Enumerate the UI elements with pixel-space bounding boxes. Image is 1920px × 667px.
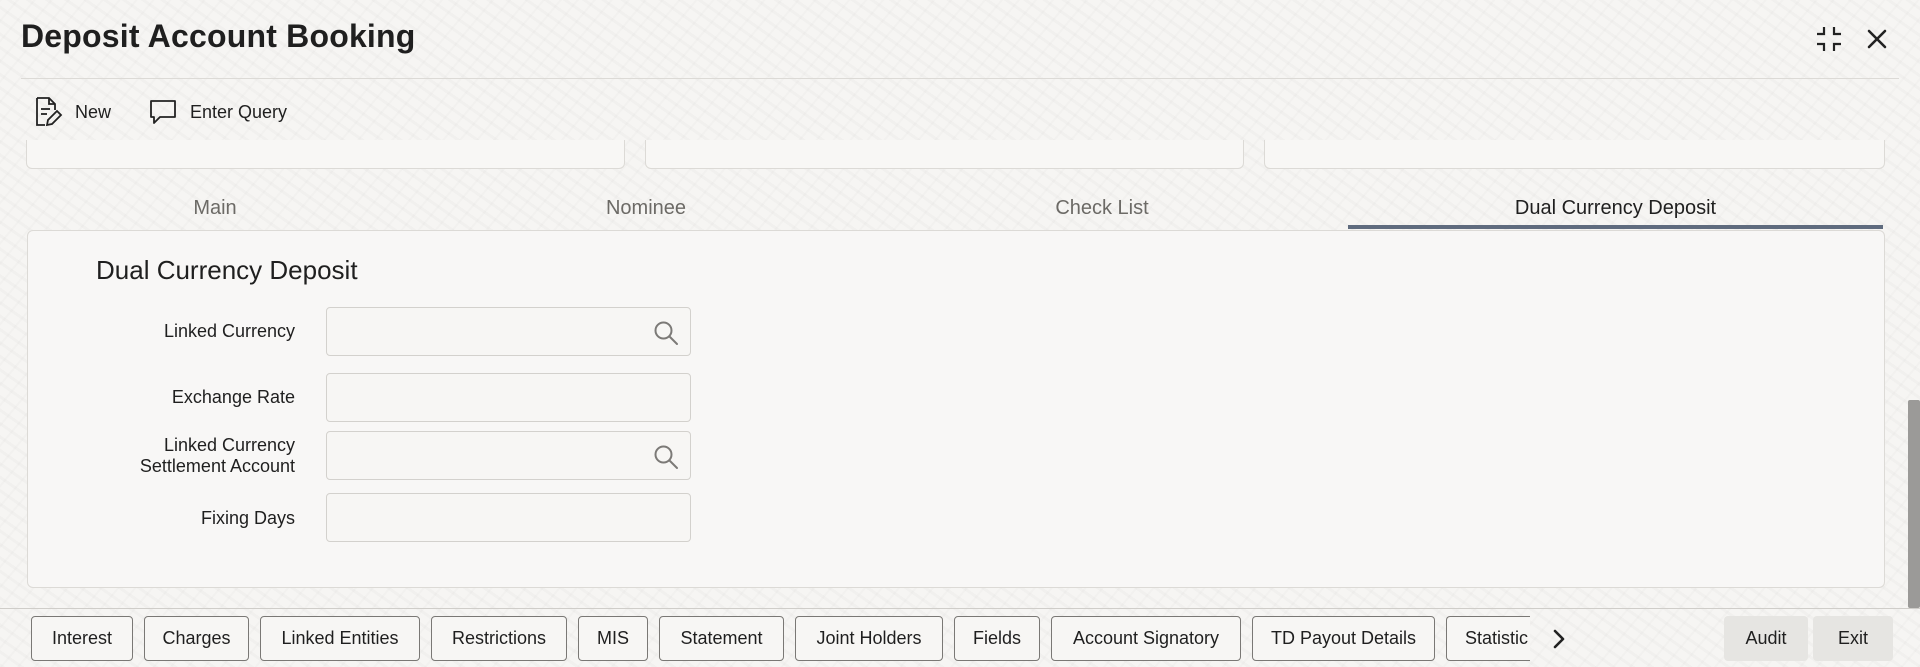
minimize-icon [1817, 27, 1841, 51]
new-button[interactable]: New [33, 95, 111, 129]
tab-dual-currency-deposit[interactable]: Dual Currency Deposit [1348, 186, 1883, 230]
exchange-rate-input[interactable] [327, 374, 690, 421]
linked-currency-label: Linked Currency [163, 321, 295, 341]
section-title: Dual Currency Deposit [96, 255, 358, 285]
search-icon[interactable] [652, 319, 680, 347]
enter-query-label: Enter Query [190, 101, 288, 122]
page-title: Deposit Account Booking [21, 18, 416, 54]
label-line-1: Linked Currency [163, 435, 295, 455]
statistics-button[interactable]: Statistic [1446, 616, 1530, 661]
new-document-icon [36, 97, 63, 127]
search-icon[interactable] [652, 443, 680, 471]
tab-nominee[interactable]: Nominee [560, 186, 732, 230]
vertical-scrollbar[interactable] [1908, 400, 1920, 608]
close-button[interactable] [1860, 22, 1894, 56]
active-tab-indicator [1348, 225, 1883, 229]
exit-button[interactable]: Exit [1813, 616, 1893, 661]
audit-button[interactable]: Audit [1724, 616, 1808, 661]
close-icon [1867, 29, 1887, 49]
linked-currency-settlement-account-input[interactable] [327, 432, 690, 479]
tab-check-list[interactable]: Check List [1010, 186, 1194, 230]
collapsed-panel-1 [26, 140, 625, 169]
td-payout-details-button[interactable]: TD Payout Details [1252, 616, 1435, 661]
fixing-days-field [326, 493, 691, 542]
linked-currency-settlement-account-field [326, 431, 691, 480]
mis-button[interactable]: MIS [578, 616, 648, 661]
exchange-rate-field [326, 373, 691, 422]
fixing-days-input[interactable] [327, 494, 690, 541]
account-signatory-button[interactable]: Account Signatory [1051, 616, 1241, 661]
label-line-2: Settlement Account [139, 456, 295, 476]
linked-currency-input[interactable] [327, 308, 690, 355]
enter-query-button[interactable]: Enter Query [148, 95, 287, 129]
interest-button[interactable]: Interest [31, 616, 133, 661]
enter-query-icon [150, 100, 176, 124]
statement-button[interactable]: Statement [659, 616, 784, 661]
exchange-rate-label: Exchange Rate [171, 387, 295, 407]
scroll-right-button[interactable] [1540, 620, 1578, 658]
minimize-button[interactable] [1812, 22, 1846, 56]
header-divider [21, 78, 1899, 79]
charges-button[interactable]: Charges [144, 616, 249, 661]
chevron-right-icon [1553, 629, 1565, 649]
fields-button[interactable]: Fields [954, 616, 1040, 661]
joint-holders-button[interactable]: Joint Holders [795, 616, 943, 661]
linked-entities-button[interactable]: Linked Entities [260, 616, 420, 661]
restrictions-button[interactable]: Restrictions [431, 616, 567, 661]
collapsed-panel-3 [1264, 140, 1885, 169]
tab-main[interactable]: Main [130, 186, 300, 230]
fixing-days-label: Fixing Days [200, 508, 295, 528]
linked-currency-field [326, 307, 691, 356]
linked-currency-settlement-account-label: Linked Currency Settlement Account [75, 435, 295, 477]
footer-divider [0, 608, 1920, 609]
collapsed-panel-2 [645, 140, 1244, 169]
new-button-label: New [75, 101, 112, 122]
